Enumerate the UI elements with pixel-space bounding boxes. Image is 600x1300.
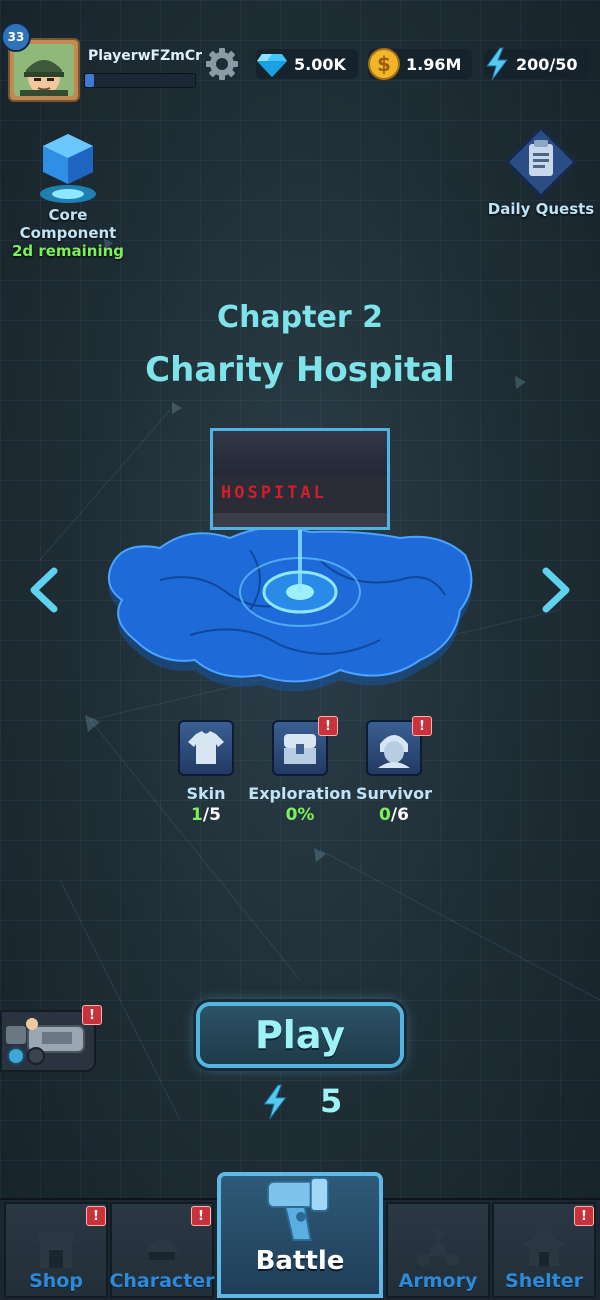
player-level-badge: 33	[1, 22, 31, 52]
next-chapter-button[interactable]	[536, 565, 576, 615]
xp-progress-fill	[85, 74, 94, 87]
armory-nodes-icon	[417, 1228, 459, 1266]
vehicle-event-alert-badge: !	[82, 1005, 102, 1025]
nav-battle[interactable]: Battle	[217, 1172, 383, 1298]
chapter-name: Charity Hospital	[145, 350, 455, 390]
house-icon	[523, 1228, 565, 1266]
shop-icon	[37, 1232, 75, 1268]
survivor-alert-badge: !	[412, 716, 432, 736]
lightning-icon	[486, 47, 508, 81]
settings-gear-icon[interactable]	[204, 46, 240, 82]
nav-armory-label: Armory	[398, 1270, 478, 1292]
preview-ground	[213, 513, 387, 527]
core-component-label: Core Component	[19, 206, 117, 242]
daily-quests-label: Daily Quests	[487, 200, 595, 218]
daily-quests-widget[interactable]: Daily Quests	[486, 126, 596, 218]
blaster-gun-icon	[266, 1176, 330, 1242]
energy-value: 200/50	[516, 54, 578, 74]
preview-sky	[213, 431, 387, 481]
previous-chapter-button[interactable]	[24, 565, 64, 615]
nav-shop-label: Shop	[29, 1270, 83, 1292]
gems-value: 5.00K	[294, 54, 346, 74]
soldier-avatar-icon	[20, 60, 68, 96]
gems-counter[interactable]: 5.00K	[256, 49, 358, 79]
play-button-label: Play	[254, 1013, 346, 1057]
nav-character-label: Character	[109, 1270, 215, 1292]
clipboard-icon	[504, 126, 578, 199]
nav-battle-label: Battle	[255, 1246, 345, 1276]
player-name: PlayerwFZmCr	[88, 48, 203, 64]
coins-value: 1.96M	[406, 54, 462, 74]
energy-counter[interactable]: 200/50	[484, 47, 590, 81]
helmet-icon	[145, 1239, 179, 1260]
nav-armory[interactable]: Armory	[386, 1202, 490, 1298]
chapter-preview-image[interactable]: HOSPITAL	[210, 428, 390, 530]
diamond-icon	[257, 54, 287, 77]
shop-alert-badge: !	[86, 1206, 106, 1226]
chapter-number: Chapter 2	[217, 300, 383, 335]
vehicle-icon	[6, 1018, 85, 1065]
character-alert-badge: !	[191, 1206, 211, 1226]
xp-progress-bar	[84, 73, 196, 88]
core-component-widget[interactable]: Core Component 2d remaining	[0, 130, 136, 260]
play-button[interactable]: Play	[196, 1002, 404, 1068]
shelter-alert-badge: !	[574, 1206, 594, 1226]
shirt-icon	[178, 720, 234, 776]
stat-survivor[interactable]: ! Survivor 0/6	[334, 716, 454, 825]
coin-icon: $	[368, 48, 400, 80]
play-energy-cost: 5	[320, 1082, 343, 1120]
hospital-sign: HOSPITAL	[221, 483, 327, 503]
play-energy-icon	[263, 1084, 287, 1120]
core-component-timer: 2d remaining	[11, 242, 125, 260]
stat-survivor-value: 0/6	[379, 805, 409, 825]
coins-counter[interactable]: $ 1.96M	[368, 48, 472, 80]
stat-survivor-label: Survivor	[355, 784, 433, 803]
nav-shelter-label: Shelter	[505, 1270, 583, 1292]
svg-text:$: $	[377, 52, 391, 76]
core-cube-icon	[40, 134, 96, 203]
